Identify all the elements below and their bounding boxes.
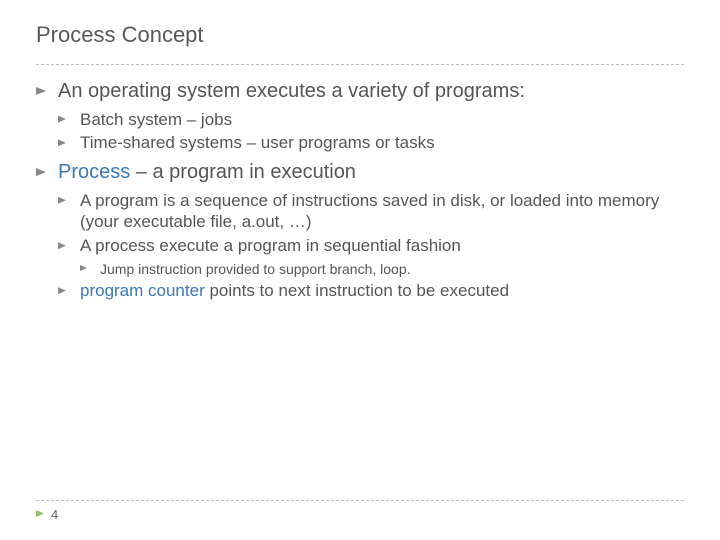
list-item: A program is a sequence of instructions …: [58, 190, 684, 234]
list-item: Time-shared systems – user programs or t…: [58, 132, 684, 154]
item-text: An operating system executes a variety o…: [58, 80, 525, 102]
footer-divider: [36, 500, 684, 501]
item-text: Batch system – jobs: [80, 110, 232, 129]
item-text: A program is a sequence of instructions …: [80, 191, 659, 232]
list-item: Batch system – jobs: [58, 109, 684, 131]
list-item: Jump instruction provided to support bra…: [80, 260, 684, 278]
title-divider: [36, 64, 684, 65]
sub-list: A program is a sequence of instructions …: [58, 190, 684, 302]
sub-list: Batch system – jobs Time-shared systems …: [58, 109, 684, 155]
sub-sub-list: Jump instruction provided to support bra…: [80, 260, 684, 278]
list-item: An operating system executes a variety o…: [36, 79, 684, 154]
item-text: points to next instruction to be execute…: [205, 281, 509, 300]
item-text: Jump instruction provided to support bra…: [100, 261, 411, 277]
slide-title: Process Concept: [36, 22, 684, 48]
list-item: program counter points to next instructi…: [58, 280, 684, 302]
page-number: 4: [36, 507, 684, 522]
list-item: Process – a program in execution A progr…: [36, 160, 684, 302]
list-item: A process execute a program in sequentia…: [58, 235, 684, 278]
keyword-program-counter: program counter: [80, 281, 205, 300]
item-text: – a program in execution: [130, 161, 356, 183]
bullet-list: An operating system executes a variety o…: [36, 79, 684, 302]
slide-footer: 4: [36, 500, 684, 522]
keyword-process: Process: [58, 161, 130, 183]
item-text: A process execute a program in sequentia…: [80, 236, 461, 255]
item-text: Time-shared systems – user programs or t…: [80, 133, 435, 152]
